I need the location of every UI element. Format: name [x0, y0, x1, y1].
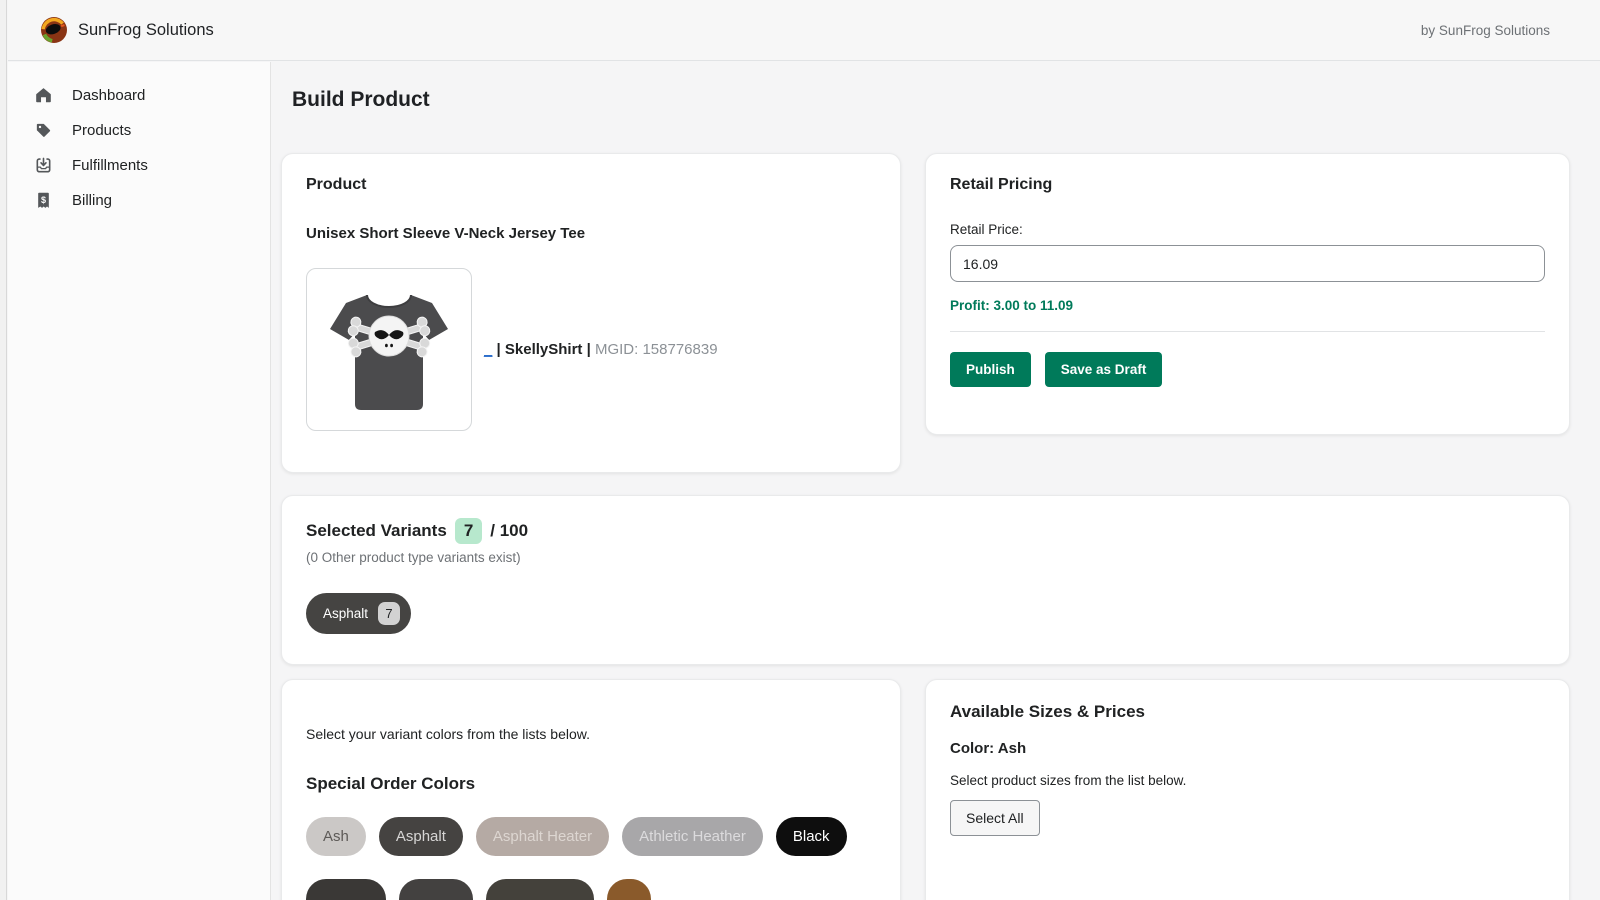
sunfrog-logo-icon	[41, 17, 67, 43]
product-image-frame	[306, 268, 472, 431]
pricing-card-title: Retail Pricing	[950, 176, 1545, 194]
sidebar-item-label: Products	[72, 122, 131, 139]
fulfillment-tray-icon	[34, 156, 53, 175]
tshirt-skull-image	[314, 275, 464, 425]
select-all-button[interactable]: Select All	[950, 800, 1040, 836]
variant-pill-asphalt[interactable]: Asphalt 7	[306, 593, 411, 634]
window-edge-strip	[0, 0, 7, 900]
color-pill-row-cropped	[306, 879, 876, 900]
save-as-draft-button[interactable]: Save as Draft	[1045, 352, 1163, 387]
sidebar-item-label: Billing	[72, 192, 112, 209]
product-caption: _ | SkellyShirt | MGID: 158776839	[484, 341, 718, 358]
retail-pricing-card: Retail Pricing Retail Price: Profit: 3.0…	[925, 153, 1570, 435]
sizes-instruction: Select product sizes from the list below…	[950, 773, 1545, 788]
special-order-colors-title: Special Order Colors	[306, 774, 876, 794]
app-header: SunFrog Solutions by SunFrog Solutions	[8, 0, 1600, 61]
product-link[interactable]: _	[484, 341, 492, 358]
sidebar: Dashboard Products Fulfillments $ Billin…	[8, 62, 271, 900]
sidebar-item-products[interactable]: Products	[8, 113, 270, 148]
publish-button[interactable]: Publish	[950, 352, 1031, 387]
selected-variants-card: Selected Variants 7 / 100 (0 Other produ…	[281, 495, 1570, 665]
sidebar-item-label: Dashboard	[72, 87, 145, 104]
color-pill-ash[interactable]: Ash	[306, 817, 366, 856]
sidebar-item-billing[interactable]: $ Billing	[8, 183, 270, 218]
product-card-title: Product	[306, 176, 876, 194]
color-pill-cropped[interactable]	[306, 879, 386, 900]
retail-price-label: Retail Price:	[950, 222, 1545, 237]
svg-text:$: $	[41, 195, 46, 205]
color-pill-black[interactable]: Black	[776, 817, 847, 856]
sizes-color-label: Color: Ash	[950, 740, 1545, 757]
product-shop-name: | SkellyShirt |	[497, 341, 591, 358]
product-type-name: Unisex Short Sleeve V-Neck Jersey Tee	[306, 225, 876, 242]
pricing-divider	[950, 331, 1545, 332]
color-pill-cropped[interactable]	[486, 879, 594, 900]
retail-price-input[interactable]	[950, 245, 1545, 282]
color-pill-athletic-heather[interactable]: Athletic Heather	[622, 817, 763, 856]
product-mgid: MGID: 158776839	[595, 341, 718, 358]
page-title: Build Product	[292, 88, 1570, 112]
billing-receipt-icon: $	[34, 191, 53, 210]
selected-variants-count-badge: 7	[455, 518, 482, 544]
color-pill-asphalt-heater[interactable]: Asphalt Heater	[476, 817, 609, 856]
color-pill-row: Ash Asphalt Asphalt Heater Athletic Heat…	[306, 817, 876, 856]
color-pill-cropped[interactable]	[607, 879, 651, 900]
main-layout: Dashboard Products Fulfillments $ Billin…	[8, 62, 1600, 900]
main-content: Build Product Product Unisex Short Sleev…	[271, 62, 1600, 900]
selected-variants-max: / 100	[490, 521, 528, 541]
variant-pill-label: Asphalt	[323, 606, 368, 621]
sidebar-item-dashboard[interactable]: Dashboard	[8, 78, 270, 113]
header-byline: by SunFrog Solutions	[1421, 23, 1550, 38]
profit-range-text: Profit: 3.00 to 11.09	[950, 298, 1545, 313]
home-icon	[34, 86, 53, 105]
sidebar-item-fulfillments[interactable]: Fulfillments	[8, 148, 270, 183]
variant-colors-card: Select your variant colors from the list…	[281, 679, 901, 900]
sidebar-item-label: Fulfillments	[72, 157, 148, 174]
app-title: SunFrog Solutions	[78, 21, 214, 40]
product-card: Product Unisex Short Sleeve V-Neck Jerse…	[281, 153, 901, 473]
colors-instruction: Select your variant colors from the list…	[306, 726, 876, 742]
variants-note: (0 Other product type variants exist)	[306, 550, 1545, 565]
color-pill-cropped[interactable]	[399, 879, 473, 900]
available-sizes-card: Available Sizes & Prices Color: Ash Sele…	[925, 679, 1570, 900]
color-pill-asphalt[interactable]: Asphalt	[379, 817, 463, 856]
variant-pill-count: 7	[378, 602, 400, 625]
selected-variants-title: Selected Variants	[306, 521, 447, 541]
tag-icon	[34, 121, 53, 140]
sizes-card-title: Available Sizes & Prices	[950, 702, 1545, 722]
